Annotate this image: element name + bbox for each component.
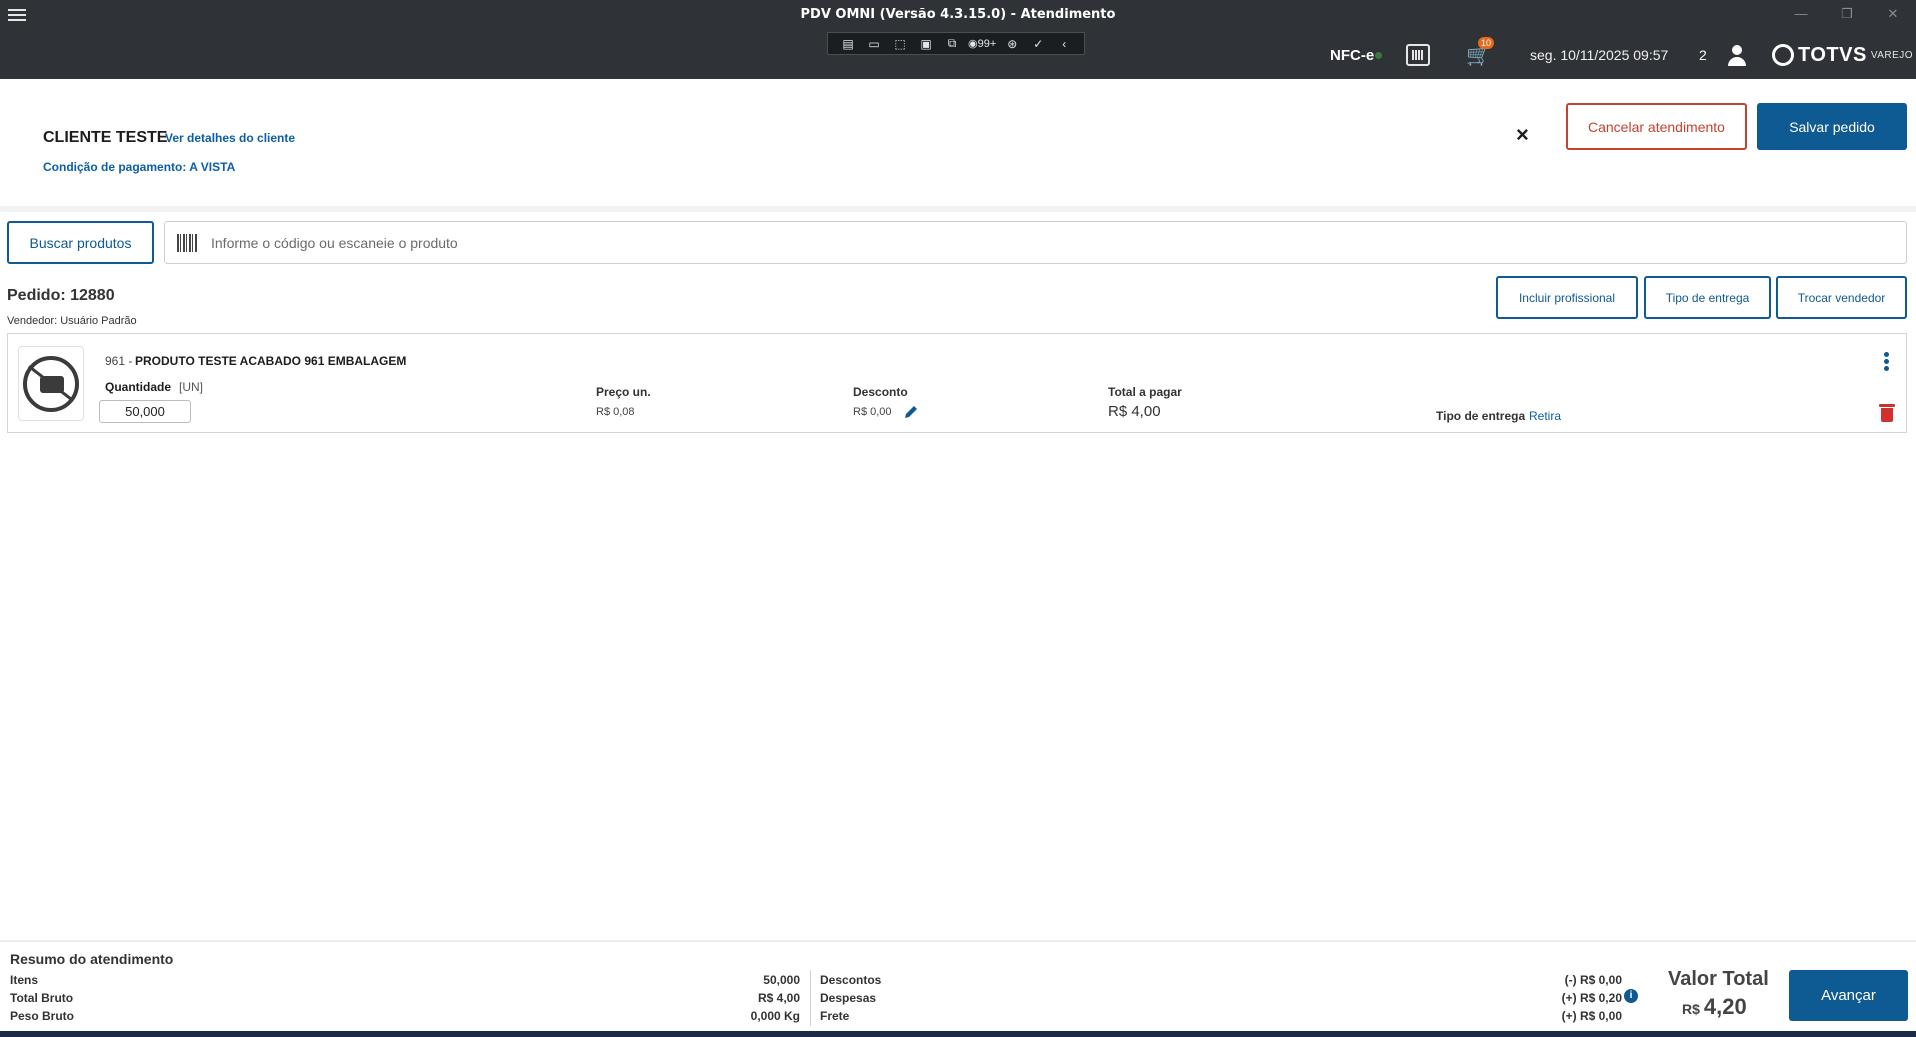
unit-price-label: Preço un. [596,385,651,399]
items-value: 50,000 [763,973,800,987]
product-search-input[interactable] [211,222,1891,263]
title-bar: PDV OMNI (Versão 4.3.15.0) - Atendimento… [0,0,1916,79]
expenses-label: Despesas [820,991,877,1005]
minimize-button[interactable]: — [1778,0,1824,28]
notifications-indicator[interactable]: ◉ 99+ [968,35,996,53]
total-currency: R$ [1682,1001,1700,1017]
accessibility-icon[interactable]: ⊛ [1002,35,1022,53]
totvs-logo: TOTVS VAREJO [1772,40,1913,70]
gross-weight-label: Peso Bruto [10,1009,75,1023]
discount-value: R$ 0,00 [853,406,892,418]
order-item-row: 961 - PRODUTO TESTE ACABADO 961 EMBALAGE… [7,333,1907,433]
close-window-button[interactable]: ✕ [1870,0,1916,28]
discount-label: Desconto [853,385,908,399]
cart-button[interactable]: 🛒 10 [1466,36,1495,70]
items-label: Itens [10,973,39,987]
seller-name: Vendedor: Usuário Padrão [7,315,137,327]
freight-label: Frete [820,1009,850,1023]
totvs-mark-icon [1772,44,1794,66]
barcode-icon [177,234,197,252]
fullscreen-icon[interactable]: ▣ [916,35,936,53]
payment-condition[interactable]: Condição de pagamento: A VISTA [43,160,235,174]
brand-sub: VAREJO [1870,49,1914,61]
qr-code-icon [1406,44,1430,66]
client-panel: CLIENTE TESTE Ver detalhes do cliente Co… [0,79,1916,212]
video-icon[interactable]: ▭ [864,35,884,53]
service-summary: Resumo do atendimento Itens 50,000 Total… [0,940,1916,1031]
remote-toolbar: ▤ ▭ ⬚ ▣ ⧉ ◉ 99+ ⊛ ✓ ‹ [827,32,1085,55]
search-products-button[interactable]: Buscar produtos [7,221,154,264]
quantity-input[interactable] [99,400,191,423]
quantity-label: Quantidade [105,380,172,394]
close-icon[interactable]: × [1516,122,1529,148]
cart-badge: 10 [1478,36,1495,49]
taskbar-strip [0,1031,1916,1037]
screen-add-icon[interactable]: ▤ [838,35,858,53]
delivery-type-button[interactable]: Tipo de entrega [1644,276,1771,319]
discounts-value: (-) R$ 0,00 [1564,973,1622,987]
total-value: R$ 4,20 [1682,994,1747,1020]
broadcast-icon: ◉ [968,38,978,50]
window-controls: — ❐ ✕ [1778,0,1916,28]
edit-discount-pencil-icon[interactable] [904,405,918,419]
gross-weight-value: 0,000 Kg [750,1009,800,1023]
save-order-button[interactable]: Salvar pedido [1757,103,1907,150]
nfce-status[interactable]: NFC-e [1330,40,1383,70]
summary-divider [810,970,811,1026]
expenses-info-icon[interactable]: i [1624,989,1638,1003]
collapse-toolbar-icon[interactable]: ‹ [1054,35,1074,53]
total-value-label: Valor Total [1668,968,1769,990]
item-name: PRODUTO TESTE ACABADO 961 EMBALAGEM [135,354,407,368]
client-name: CLIENTE TESTE [43,129,168,146]
notifications-count: 99+ [977,37,997,50]
more-options-icon[interactable] [1884,352,1890,372]
freight-value: (+) R$ 0,00 [1561,1009,1622,1023]
gross-total-label: Total Bruto [10,991,74,1005]
change-seller-button[interactable]: Trocar vendedor [1776,276,1907,319]
multi-screen-icon[interactable]: ⧉ [942,35,962,53]
quantity-unit: [UN] [179,380,203,394]
nfce-label: NFC-e [1330,46,1375,64]
total-to-pay-label: Total a pagar [1108,385,1182,399]
window-title: PDV OMNI (Versão 4.3.15.0) - Atendimento [800,7,1116,22]
delete-item-trash-icon[interactable] [1879,404,1895,423]
next-button[interactable]: Avançar [1789,970,1908,1021]
gross-total-value: R$ 4,00 [757,991,800,1005]
delivery-type-label: Tipo de entrega [1436,409,1526,423]
no-image-icon [18,346,84,421]
delivery-type-value[interactable]: Retira [1529,409,1561,423]
item-code: 961 - [105,354,133,368]
total-to-pay-value: R$ 4,00 [1108,403,1161,420]
check-icon[interactable]: ✓ [1028,35,1048,53]
summary-title: Resumo do atendimento [10,951,174,967]
brand-name: TOTVS [1798,43,1867,66]
order-number: Pedido: 12880 [7,287,115,304]
pointer-icon[interactable]: ⬚ [890,35,910,53]
discounts-label: Descontos [820,973,882,987]
cart-icon: 🛒 10 [1466,36,1495,68]
include-professional-button[interactable]: Incluir profissional [1496,276,1638,319]
users-count: 2 [1699,47,1707,63]
cancel-service-button[interactable]: Cancelar atendimento [1566,103,1747,150]
user-icon[interactable] [1728,40,1746,70]
unit-price-value: R$ 0,08 [596,406,635,418]
date-time: seg. 10/11/2025 09:57 [1530,47,1669,63]
product-search-box [164,221,1907,264]
expenses-value: (+) R$ 0,20 [1561,991,1622,1005]
maximize-button[interactable]: ❐ [1824,0,1870,28]
status-dot-icon [1375,51,1383,59]
client-details-link[interactable]: Ver detalhes do cliente [165,131,295,145]
total-amount: 4,20 [1703,994,1747,1019]
qr-code-button[interactable] [1406,40,1430,70]
